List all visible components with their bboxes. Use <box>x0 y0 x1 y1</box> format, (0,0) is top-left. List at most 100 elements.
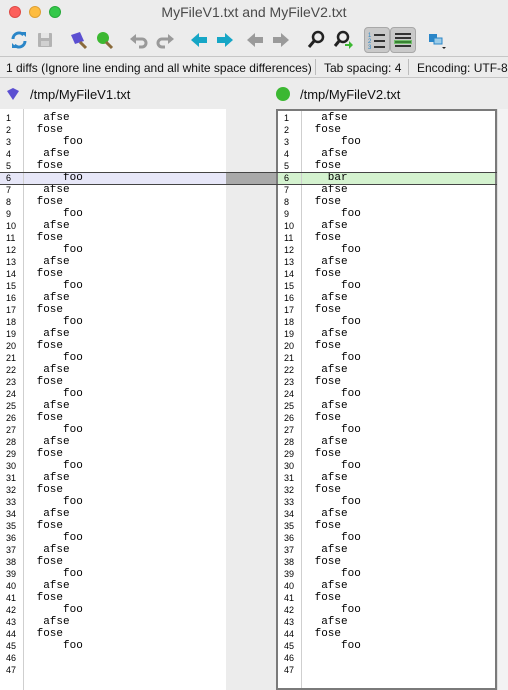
code-line[interactable]: 28 afse <box>0 436 226 448</box>
code-line[interactable]: 34 afse <box>278 508 495 520</box>
code-line[interactable]: 39 foo <box>278 568 495 580</box>
code-line[interactable]: 20 fose <box>278 340 495 352</box>
code-line[interactable]: 32 fose <box>0 484 226 496</box>
next-diff-left-button[interactable] <box>186 27 212 53</box>
code-line[interactable]: 36 foo <box>0 532 226 544</box>
code-line[interactable]: 42 foo <box>0 604 226 616</box>
code-line[interactable]: 25 afse <box>278 400 495 412</box>
code-line[interactable]: 24 foo <box>278 388 495 400</box>
code-line[interactable]: 16 afse <box>278 292 495 304</box>
code-line[interactable]: 17 fose <box>278 304 495 316</box>
search-button[interactable] <box>304 27 330 53</box>
code-line[interactable]: 19 afse <box>278 328 495 340</box>
code-line[interactable]: 2 fose <box>0 124 226 136</box>
code-line[interactable]: 28 afse <box>278 436 495 448</box>
code-line[interactable]: 12 foo <box>278 244 495 256</box>
code-line[interactable]: 45 foo <box>278 640 495 652</box>
code-line[interactable]: 38 fose <box>278 556 495 568</box>
code-line[interactable]: 26 fose <box>278 412 495 424</box>
code-line[interactable]: 47 <box>278 664 495 676</box>
code-line[interactable]: 8 fose <box>0 196 226 208</box>
code-line[interactable]: 14 fose <box>0 268 226 280</box>
prev-left-button[interactable] <box>242 27 268 53</box>
code-line[interactable]: 6 bar <box>278 172 495 184</box>
code-line[interactable]: 21 foo <box>0 352 226 364</box>
code-line[interactable]: 4 afse <box>0 148 226 160</box>
code-line[interactable]: 15 foo <box>0 280 226 292</box>
code-line[interactable]: 13 afse <box>0 256 226 268</box>
undo-button[interactable] <box>126 27 152 53</box>
code-line[interactable]: 1 afse <box>278 112 495 124</box>
gutter-diff-marker[interactable] <box>226 172 276 184</box>
code-line[interactable]: 13 afse <box>278 256 495 268</box>
code-line[interactable]: 25 afse <box>0 400 226 412</box>
minimize-window-button[interactable] <box>29 6 41 18</box>
code-line[interactable]: 2 fose <box>278 124 495 136</box>
code-line[interactable]: 30 foo <box>278 460 495 472</box>
code-line[interactable]: 7 afse <box>0 184 226 196</box>
close-window-button[interactable] <box>9 6 21 18</box>
code-line[interactable]: 35 fose <box>0 520 226 532</box>
vertical-scrollbar[interactable] <box>497 109 508 690</box>
refresh-button[interactable] <box>6 27 32 53</box>
code-line[interactable]: 40 afse <box>278 580 495 592</box>
code-line[interactable]: 37 afse <box>278 544 495 556</box>
code-line[interactable]: 18 foo <box>278 316 495 328</box>
code-line[interactable]: 18 foo <box>0 316 226 328</box>
code-line[interactable]: 21 foo <box>278 352 495 364</box>
code-line[interactable]: 4 afse <box>278 148 495 160</box>
code-line[interactable]: 1 afse <box>0 112 226 124</box>
code-line[interactable]: 33 foo <box>0 496 226 508</box>
code-line[interactable]: 43 afse <box>278 616 495 628</box>
code-line[interactable]: 41 fose <box>0 592 226 604</box>
code-line[interactable]: 17 fose <box>0 304 226 316</box>
code-line[interactable]: 47 <box>0 664 226 676</box>
code-line[interactable]: 26 fose <box>0 412 226 424</box>
code-line[interactable]: 38 fose <box>0 556 226 568</box>
code-line[interactable]: 37 afse <box>0 544 226 556</box>
code-line[interactable]: 31 afse <box>278 472 495 484</box>
merge-right-button[interactable] <box>92 27 118 53</box>
code-line[interactable]: 9 foo <box>0 208 226 220</box>
code-line[interactable]: 41 fose <box>278 592 495 604</box>
code-line[interactable]: 24 foo <box>0 388 226 400</box>
code-line[interactable]: 27 foo <box>0 424 226 436</box>
redo-button[interactable] <box>152 27 178 53</box>
code-line[interactable]: 40 afse <box>0 580 226 592</box>
code-line[interactable]: 23 fose <box>0 376 226 388</box>
code-line[interactable]: 3 foo <box>278 136 495 148</box>
show-diffs-toggle[interactable] <box>390 27 416 53</box>
merge-left-button[interactable] <box>66 27 92 53</box>
code-line[interactable]: 46 <box>278 652 495 664</box>
code-line[interactable]: 46 <box>0 652 226 664</box>
code-line[interactable]: 43 afse <box>0 616 226 628</box>
line-numbers-toggle[interactable]: 1 2 3 <box>364 27 390 53</box>
code-line[interactable]: 3 foo <box>0 136 226 148</box>
code-line[interactable]: 5 fose <box>0 160 226 172</box>
code-line[interactable]: 27 foo <box>278 424 495 436</box>
code-line[interactable]: 39 foo <box>0 568 226 580</box>
prev-right-button[interactable] <box>268 27 294 53</box>
code-line[interactable]: 11 fose <box>278 232 495 244</box>
code-line[interactable]: 9 foo <box>278 208 495 220</box>
code-line[interactable]: 32 fose <box>278 484 495 496</box>
code-line[interactable]: 45 foo <box>0 640 226 652</box>
code-line[interactable]: 5 fose <box>278 160 495 172</box>
code-line[interactable]: 42 foo <box>278 604 495 616</box>
code-line[interactable]: 12 foo <box>0 244 226 256</box>
code-line[interactable]: 15 foo <box>278 280 495 292</box>
code-line[interactable]: 7 afse <box>278 184 495 196</box>
code-line[interactable]: 23 fose <box>278 376 495 388</box>
code-line[interactable]: 14 fose <box>278 268 495 280</box>
code-line[interactable]: 11 fose <box>0 232 226 244</box>
right-editor-pane[interactable]: 1 afse 2 fose 3 foo 4 afse 5 fose 6 bar 7 afse… <box>276 109 497 690</box>
code-line[interactable]: 29 fose <box>0 448 226 460</box>
code-line[interactable]: 6 foo <box>0 172 226 184</box>
next-diff-right-button[interactable] <box>212 27 238 53</box>
search-next-button[interactable] <box>330 27 356 53</box>
code-line[interactable]: 10 afse <box>0 220 226 232</box>
save-button[interactable] <box>32 27 58 53</box>
code-line[interactable]: 34 afse <box>0 508 226 520</box>
code-line[interactable]: 22 afse <box>278 364 495 376</box>
code-line[interactable]: 22 afse <box>0 364 226 376</box>
